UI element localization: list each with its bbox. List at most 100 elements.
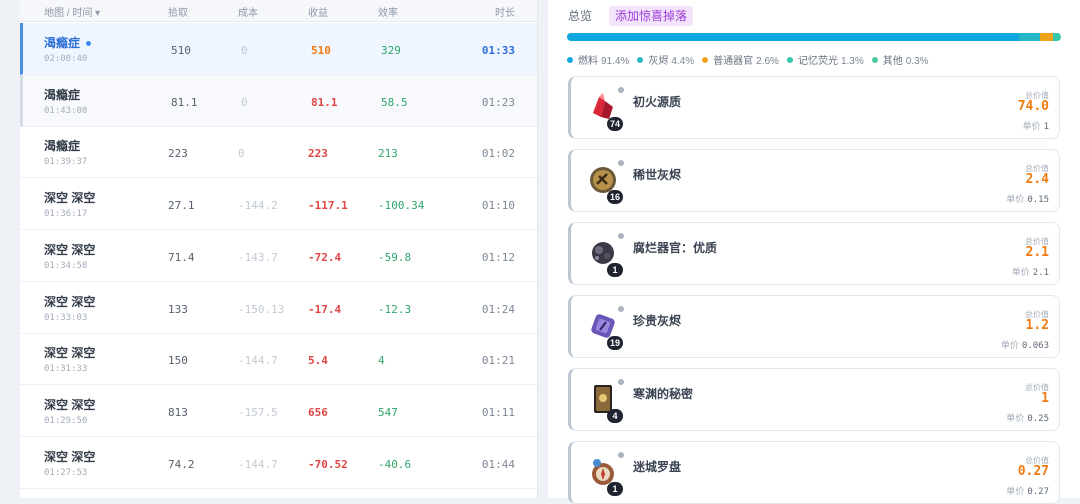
map-name: 深空 深空	[44, 346, 96, 361]
pick-value: 223	[168, 147, 188, 161]
duration-value: 01:11	[481, 405, 515, 419]
item-name: 寒渊的秘密	[633, 387, 694, 401]
duration-value: 01:44	[481, 457, 515, 471]
legend-label: 灰烬	[648, 56, 669, 67]
table-row[interactable]: 深空 深空 01:27:53 74.2 -144.7 -70.52 -40.6 01:44	[20, 437, 537, 489]
drop-item-card[interactable]: 19 珍贵灰烬 总价值 1.2 单价 0.063	[568, 295, 1060, 358]
table-row[interactable]: 深空 深空 01:36:17 27.1 -144.2 -117.1 -100.34 01:1…	[20, 178, 537, 231]
legend-dot-icon	[871, 57, 878, 63]
legend-item: 其他 0.3%	[871, 56, 929, 67]
run-time: 01:43:00	[44, 105, 88, 116]
status-dot-icon	[618, 379, 624, 385]
cost-value: -150.13	[238, 302, 285, 316]
efficiency-value: 4	[378, 354, 385, 368]
unit-price: 单价 0.063	[1001, 338, 1049, 351]
value-share-segment	[1059, 33, 1061, 41]
item-count-badge: 19	[607, 336, 624, 350]
legend-percent: 91.4%	[601, 56, 630, 67]
legend-item: 记忆荧光 1.3%	[786, 56, 864, 67]
drop-item-card[interactable]: 74 初火源质 总价值 74.0 单价 1	[568, 76, 1060, 139]
profit-value: -72.4	[308, 250, 342, 264]
legend-item: 灰烬 4.4%	[637, 56, 694, 67]
header-map-time[interactable]: 地图 / 时间 ▾	[44, 4, 100, 19]
table-row[interactable]: 深空 深空 01:34:58 71.4 -143.7 -72.4 -59.8 01:12	[20, 230, 537, 282]
map-name: 渴瘾症	[44, 87, 81, 102]
cost-value: 0	[241, 44, 248, 57]
item-name: 稀世灰烬	[633, 168, 682, 182]
total-value: 2.1	[1025, 245, 1049, 260]
unit-price: 单价 2.1	[1012, 265, 1049, 278]
profit-value: 656	[308, 405, 328, 419]
map-name: 渴瘾症	[44, 139, 81, 154]
duration-value: 01:23	[481, 95, 515, 109]
run-time: 02:00:40	[44, 54, 88, 64]
unit-price-label: 单价	[1006, 194, 1025, 204]
legend-percent: 1.3%	[840, 56, 864, 67]
status-dot-icon	[618, 233, 624, 239]
item-count-badge: 1	[607, 263, 623, 277]
duration-value: 01:12	[481, 250, 515, 264]
profit-value: -70.52	[308, 457, 348, 471]
map-name: 深空 深空	[44, 191, 96, 206]
cost-value: -157.5	[238, 405, 278, 419]
efficiency-value: -40.6	[378, 457, 412, 471]
tab-overview[interactable]: 总览	[568, 7, 592, 24]
drop-item-card[interactable]: 16 稀世灰烬 总价值 2.4 单价 0.15	[568, 149, 1060, 212]
cost-value: 0	[241, 95, 248, 109]
header-cost[interactable]: 成本	[238, 4, 258, 19]
header-pick[interactable]: 拾取	[168, 4, 188, 19]
add-surprise-drop-button[interactable]: 添加惊喜掉落	[609, 6, 694, 26]
table-row[interactable]: 渴瘾症 01:39:37 223 0 223 213 01:02	[20, 126, 537, 179]
drop-item-card[interactable]: 1 迷城罗盘 总价值 0.27 单价 0.27	[568, 441, 1060, 504]
item-count-badge: 1	[607, 482, 623, 496]
efficiency-value: 213	[378, 147, 398, 161]
legend-label: 燃料	[578, 56, 598, 67]
drop-item-card[interactable]: 4 寒渊的秘密 总价值 1 单价 0.25	[568, 368, 1060, 431]
unit-price: 单价 0.27	[1006, 484, 1049, 497]
status-dot-icon	[618, 87, 624, 93]
pick-value: 27.1	[168, 199, 195, 213]
profit-value: 223	[308, 147, 328, 161]
map-name: 深空 深空	[44, 397, 96, 412]
header-profit[interactable]: 收益	[308, 4, 328, 19]
efficiency-value: 547	[378, 405, 398, 419]
table-row[interactable]: 深空 深空 01:29:50 813 -157.5 656 547 01:11	[20, 385, 537, 437]
run-time: 01:36:17	[44, 209, 88, 220]
unit-price-label: 单价	[1006, 486, 1025, 496]
drop-item-card[interactable]: 1 腐烂器官：优质 总价值 2.1 单价 2.1	[568, 222, 1060, 285]
cost-value: 0	[238, 147, 245, 161]
efficiency-value: -12.3	[378, 302, 412, 316]
unit-price-label: 单价	[1006, 413, 1025, 423]
unit-price-label: 单价	[1000, 340, 1019, 350]
pick-value: 813	[168, 405, 188, 419]
table-header: 地图 / 时间 ▾ 拾取 成本 收益 效率 时长	[20, 0, 537, 22]
legend-item: 燃料 91.4%	[567, 56, 629, 67]
drop-summary-panel: 总览 添加惊喜掉落 燃料 91.4% 灰烬 4.4% 普通器官 2.6% 记忆荧光 1.3% 其…	[548, 0, 1080, 504]
unit-price-value: 2.1	[1032, 268, 1049, 278]
table-row[interactable]: 深空 深空 01:31:33 150 -144.7 5.4 4 01:21	[20, 333, 537, 386]
pick-value: 133	[168, 302, 188, 316]
run-time: 01:27:53	[44, 467, 88, 478]
duration-value: 01:24	[481, 302, 515, 316]
item-count-badge: 74	[607, 117, 624, 131]
header-duration[interactable]: 时长	[495, 4, 515, 19]
table-row[interactable]: 渴瘾症 02:00:40 510 0 510 329 01:33	[20, 23, 537, 75]
total-value: 74.0	[1017, 99, 1049, 114]
profit-value: -117.1	[308, 199, 348, 213]
legend-percent: 0.3%	[905, 56, 929, 67]
table-row[interactable]: 深空 深空 01:33:03 133 -150.13 -17.4 -12.3 01:24	[20, 282, 537, 334]
legend-percent: 4.4%	[671, 56, 695, 67]
legend-label: 普通器官	[713, 56, 754, 67]
item-name: 迷城罗盘	[633, 460, 682, 474]
duration-value: 01:33	[481, 44, 515, 57]
legend-dot-icon	[786, 57, 793, 63]
value-share-segment	[1040, 33, 1054, 41]
unit-price-label: 单价	[1011, 267, 1030, 277]
table-row[interactable]: 渴瘾症 01:43:00 81.1 0 81.1 58.5 01:23	[20, 74, 537, 127]
map-name: 深空 深空	[44, 294, 96, 309]
cost-value: -144.2	[238, 199, 278, 213]
unit-price-value: 0.15	[1027, 195, 1049, 205]
total-value: 0.27	[1017, 464, 1049, 479]
header-efficiency[interactable]: 效率	[378, 4, 398, 19]
status-dot-icon	[618, 160, 624, 166]
